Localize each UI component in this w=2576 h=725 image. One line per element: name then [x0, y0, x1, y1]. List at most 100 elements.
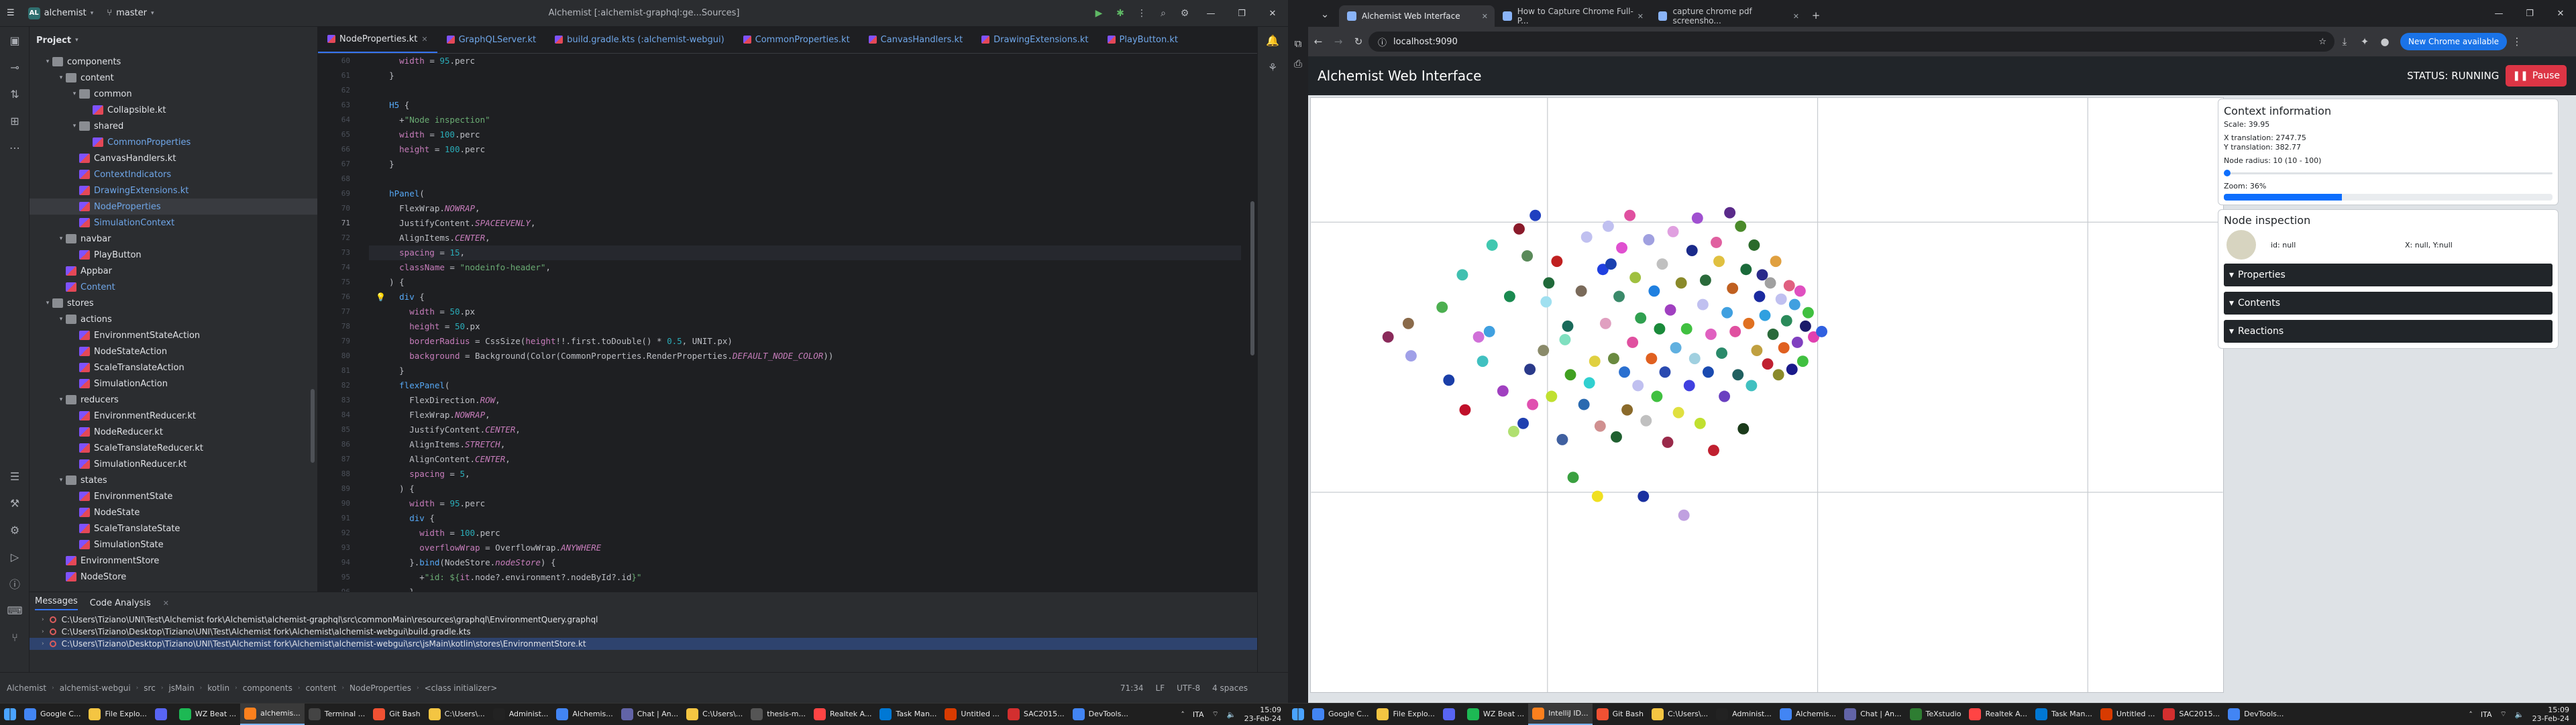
run-tool-icon[interactable]: ▷ — [0, 543, 30, 570]
editor-scroll-thumb[interactable] — [1250, 201, 1254, 355]
simulation-node[interactable] — [1751, 345, 1763, 357]
tree-folder[interactable]: ▾ navbar — [30, 231, 317, 247]
project-scrollbar[interactable] — [311, 389, 315, 463]
taskbar-button[interactable]: Git Bash — [1593, 704, 1648, 725]
simulation-node[interactable] — [1624, 209, 1636, 221]
forward-icon[interactable]: → — [1328, 32, 1348, 52]
slider-thumb[interactable] — [2224, 170, 2231, 176]
tree-file[interactable]: SimulationContext — [30, 215, 317, 231]
simulation-node[interactable] — [1486, 239, 1498, 251]
simulation-node[interactable] — [1799, 320, 1811, 332]
taskbar-button[interactable]: WZ Beat ... — [1463, 704, 1528, 725]
editor-tab[interactable]: CommonProperties.kt — [734, 27, 859, 53]
commit-tool-icon[interactable]: ⊸ — [0, 54, 30, 80]
simulation-node[interactable] — [1713, 256, 1725, 268]
simulation-node[interactable] — [1686, 245, 1698, 256]
simulation-node[interactable] — [1402, 317, 1414, 329]
structure-icon[interactable]: ⊞ — [0, 107, 30, 134]
terminal-icon[interactable]: ⌨ — [0, 597, 30, 624]
debug-icon[interactable]: ✱ — [1110, 0, 1131, 27]
taskbar-button[interactable]: Google C... — [1308, 704, 1373, 725]
message-item[interactable]: › C:\Users\Tiziano\UNI\Test\Alchemist for… — [30, 614, 1257, 626]
language-indicator[interactable]: ITA — [1193, 710, 1204, 719]
chrome-menu-icon[interactable]: ⋮ — [2507, 32, 2527, 52]
simulation-node[interactable] — [1699, 274, 1711, 286]
taskbar-button[interactable] — [1439, 704, 1463, 725]
simulation-node[interactable] — [1688, 353, 1701, 365]
simulation-node[interactable] — [1627, 337, 1639, 348]
contents-accordion[interactable]: ▾ Contents — [2224, 292, 2553, 315]
main-menu-button[interactable]: ☰ — [0, 8, 21, 18]
volume-icon[interactable]: 🔈 — [2515, 710, 2524, 719]
project-panel-header[interactable]: Project ▾ — [30, 27, 317, 54]
tree-file[interactable]: EnvironmentState — [30, 488, 317, 504]
simulation-node[interactable] — [1735, 220, 1747, 232]
project-switcher[interactable]: AL alchemist ▾ — [21, 7, 101, 19]
close-tab-icon[interactable]: ✕ — [1482, 12, 1488, 21]
simulation-node[interactable] — [1472, 331, 1485, 343]
simulation-node[interactable] — [1719, 390, 1731, 402]
simulation-node[interactable] — [1524, 364, 1536, 376]
tree-file[interactable]: SimulationState — [30, 537, 317, 553]
editor-tab[interactable]: DrawingExtensions.kt — [972, 27, 1097, 53]
messages-tool-icon[interactable]: ☰ — [0, 463, 30, 490]
breadcrumb-item[interactable]: content — [305, 683, 336, 693]
tree-file[interactable]: SimulationAction — [30, 376, 317, 392]
simulation-node[interactable] — [1727, 282, 1739, 294]
simulation-node[interactable] — [1746, 380, 1758, 392]
simulation-node[interactable] — [1788, 298, 1801, 311]
chevron-up-icon[interactable]: ˄ — [2469, 710, 2473, 719]
line-separator[interactable]: LF — [1156, 683, 1165, 693]
breadcrumb-item[interactable]: components — [243, 683, 292, 693]
network-icon[interactable]: ⌔ — [1212, 710, 1219, 719]
taskbar-button[interactable]: Realtek A... — [1965, 704, 2031, 725]
simulation-node[interactable] — [1646, 353, 1658, 365]
simulation-node[interactable] — [1538, 345, 1550, 357]
bookmark-star-icon[interactable]: ☆ — [2318, 37, 2326, 47]
simulation-node[interactable] — [1521, 250, 1534, 262]
simulation-node[interactable] — [1680, 323, 1693, 335]
editor-tab[interactable]: NodeProperties.kt ✕ — [318, 27, 437, 53]
settings-icon[interactable]: ⚙ — [1174, 0, 1195, 27]
tree-file[interactable]: SimulationReducer.kt — [30, 456, 317, 472]
tree-folder[interactable]: ▾ states — [30, 472, 317, 488]
simulation-node[interactable] — [1529, 209, 1542, 221]
close-button[interactable]: ✕ — [1257, 0, 1288, 27]
simulation-node[interactable] — [1629, 272, 1642, 284]
tree-file[interactable]: PlayButton — [30, 247, 317, 263]
browser-tab[interactable]: Alchemist Web Interface ✕ — [1339, 5, 1495, 27]
simulation-node[interactable] — [1659, 366, 1671, 378]
simulation-node[interactable] — [1616, 242, 1627, 254]
tree-file[interactable]: NodeStateAction — [30, 343, 317, 359]
node-radius-slider[interactable] — [2224, 170, 2553, 176]
close-tab-icon[interactable]: ✕ — [1638, 12, 1644, 21]
caret-position[interactable]: 71:34 — [1120, 683, 1144, 693]
simulation-node[interactable] — [1759, 309, 1771, 321]
simulation-node[interactable] — [1670, 342, 1682, 353]
simulation-node[interactable] — [1724, 207, 1736, 219]
simulation-node[interactable] — [1664, 304, 1676, 316]
network-icon[interactable]: ⌔ — [2500, 710, 2507, 719]
simulation-node[interactable] — [1635, 312, 1647, 324]
simulation-node[interactable] — [1517, 417, 1529, 429]
taskbar-button[interactable]: Realtek A... — [810, 704, 875, 725]
simulation-node[interactable] — [1607, 353, 1619, 365]
close-icon[interactable]: ✕ — [163, 599, 169, 608]
tree-file[interactable]: EnvironmentStore — [30, 553, 317, 569]
simulation-node[interactable] — [1654, 323, 1666, 335]
start-button[interactable] — [0, 704, 20, 725]
more-tools-icon[interactable]: ⋯ — [0, 134, 30, 161]
simulation-node[interactable] — [1567, 471, 1579, 484]
breadcrumb-item[interactable]: <class initializer> — [425, 683, 498, 693]
tab-search-icon[interactable]: ⌄ — [1315, 4, 1335, 24]
gradle-icon[interactable]: ⚘ — [1258, 54, 1287, 80]
taskbar-button[interactable]: Task Man... — [2031, 704, 2096, 725]
simulation-node[interactable] — [1694, 417, 1706, 429]
simulation-node[interactable] — [1667, 225, 1679, 237]
simulation-node[interactable] — [1737, 423, 1750, 435]
taskbar-button[interactable]: Chat | An... — [617, 704, 682, 725]
simulation-node[interactable] — [1513, 223, 1525, 235]
taskbar-button[interactable]: TeXstudio — [1906, 704, 1966, 725]
simulation-node[interactable] — [1540, 296, 1552, 308]
update-chrome-button[interactable]: New Chrome available — [2400, 33, 2508, 50]
